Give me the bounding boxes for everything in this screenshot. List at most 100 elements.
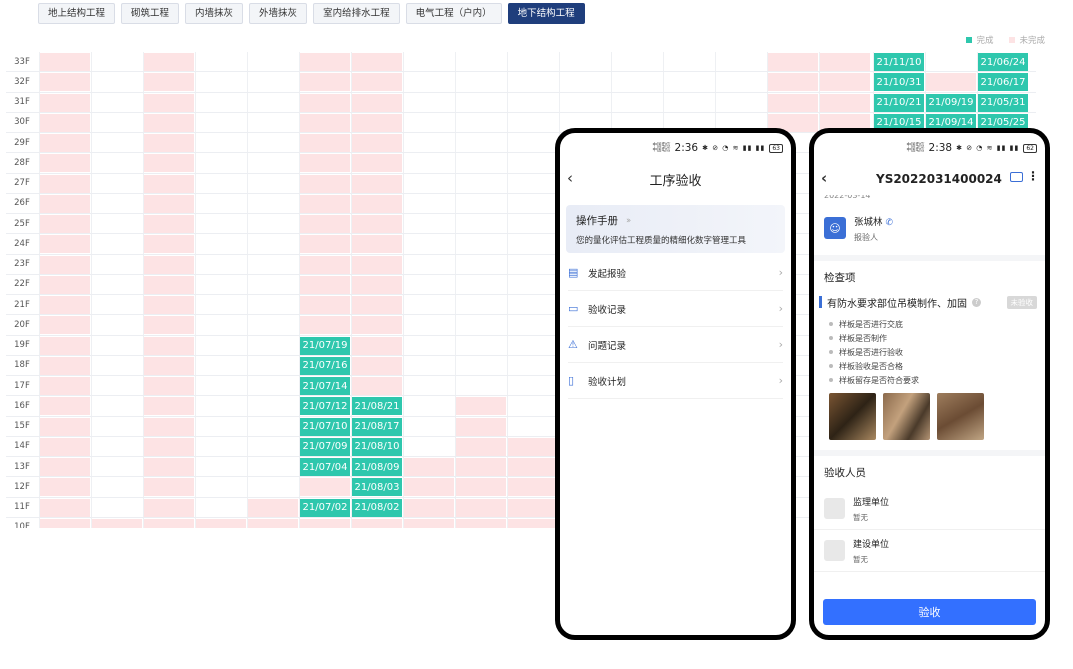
cell-incomplete[interactable] <box>144 73 194 92</box>
tab-0[interactable]: 地上结构工程 <box>38 3 116 24</box>
cell-incomplete[interactable] <box>404 458 454 476</box>
cell-incomplete[interactable] <box>144 194 194 213</box>
cell-incomplete[interactable] <box>40 134 90 152</box>
cell-incomplete[interactable] <box>40 336 90 355</box>
cell-incomplete[interactable] <box>40 397 90 416</box>
cell-incomplete[interactable] <box>300 113 350 132</box>
cell-incomplete[interactable] <box>768 73 818 92</box>
tab-1[interactable]: 砌筑工程 <box>121 3 180 24</box>
video-icon[interactable] <box>1010 172 1023 182</box>
cell-incomplete[interactable] <box>144 377 194 395</box>
cell-incomplete[interactable] <box>40 417 90 436</box>
cell-incomplete[interactable] <box>352 275 402 294</box>
cell-incomplete[interactable] <box>300 53 350 71</box>
cell-incomplete[interactable] <box>456 458 506 476</box>
tab-2[interactable]: 内墙抹灰 <box>185 3 244 24</box>
cell-incomplete[interactable] <box>144 134 194 152</box>
cell-incomplete[interactable] <box>456 417 506 436</box>
menu-item-2[interactable]: ⚠ 问题记录 › <box>568 327 783 363</box>
phone-icon[interactable]: ✆ <box>886 218 894 228</box>
cell-incomplete[interactable] <box>456 478 506 497</box>
cell-incomplete[interactable] <box>144 458 194 476</box>
cell-incomplete[interactable] <box>300 296 350 314</box>
cell-incomplete[interactable] <box>352 93 402 112</box>
cell-incomplete[interactable] <box>40 478 90 497</box>
cell-incomplete[interactable] <box>144 296 194 314</box>
cell-incomplete[interactable] <box>144 518 194 528</box>
cell-complete[interactable]: 21/08/09 <box>352 458 402 476</box>
cell-complete[interactable]: 21/07/02 <box>300 498 350 517</box>
cell-incomplete[interactable] <box>300 134 350 152</box>
cell-incomplete[interactable] <box>300 518 350 528</box>
cell-incomplete[interactable] <box>144 478 194 497</box>
cell-incomplete[interactable] <box>144 255 194 274</box>
cell-complete[interactable]: 21/08/17 <box>352 417 402 436</box>
cell-complete[interactable]: 21/07/16 <box>300 356 350 375</box>
cell-incomplete[interactable] <box>352 194 402 213</box>
cell-incomplete[interactable] <box>404 498 454 517</box>
cell-incomplete[interactable] <box>144 336 194 355</box>
tab-5[interactable]: 电气工程（户内） <box>405 3 502 24</box>
cell-incomplete[interactable] <box>144 174 194 193</box>
cell-incomplete[interactable] <box>248 498 298 517</box>
cell-incomplete[interactable] <box>404 478 454 497</box>
cell-incomplete[interactable] <box>40 316 90 335</box>
cell-incomplete[interactable] <box>144 113 194 132</box>
cell-incomplete[interactable] <box>40 518 90 528</box>
cell-incomplete[interactable] <box>144 397 194 416</box>
cell-incomplete[interactable] <box>144 154 194 173</box>
cell-incomplete[interactable] <box>926 73 976 92</box>
cell-incomplete[interactable] <box>40 275 90 294</box>
cell-incomplete[interactable] <box>352 113 402 132</box>
cell-incomplete[interactable] <box>768 53 818 71</box>
cell-incomplete[interactable] <box>352 316 402 335</box>
cell-incomplete[interactable] <box>820 93 870 112</box>
cell-complete[interactable]: 21/06/17 <box>978 73 1028 92</box>
cell-complete[interactable]: 21/09/19 <box>926 93 976 112</box>
cell-complete[interactable]: 21/11/10 <box>874 53 924 71</box>
cell-incomplete[interactable] <box>300 478 350 497</box>
cell-incomplete[interactable] <box>352 134 402 152</box>
cell-complete[interactable]: 21/08/10 <box>352 437 402 456</box>
menu-item-0[interactable]: ▤ 发起报验 › <box>568 255 783 291</box>
tab-3[interactable]: 外墙抹灰 <box>249 3 308 24</box>
cell-incomplete[interactable] <box>40 377 90 395</box>
cell-incomplete[interactable] <box>404 518 454 528</box>
cell-incomplete[interactable] <box>300 255 350 274</box>
cell-complete[interactable]: 21/07/14 <box>300 377 350 395</box>
more-icon[interactable]: ⋮ <box>1027 169 1039 183</box>
cell-incomplete[interactable] <box>300 316 350 335</box>
cell-incomplete[interactable] <box>40 194 90 213</box>
cell-complete[interactable]: 21/06/24 <box>978 53 1028 71</box>
cell-incomplete[interactable] <box>352 73 402 92</box>
cell-incomplete[interactable] <box>40 437 90 456</box>
cell-complete[interactable]: 21/10/31 <box>874 73 924 92</box>
cell-incomplete[interactable] <box>352 296 402 314</box>
cell-incomplete[interactable] <box>508 458 558 476</box>
cell-incomplete[interactable] <box>40 93 90 112</box>
cell-incomplete[interactable] <box>248 518 298 528</box>
menu-item-3[interactable]: ▯ 验收计划 › <box>568 363 783 399</box>
cell-incomplete[interactable] <box>144 316 194 335</box>
cell-incomplete[interactable] <box>300 73 350 92</box>
cell-incomplete[interactable] <box>92 518 142 528</box>
cell-incomplete[interactable] <box>300 215 350 233</box>
cell-incomplete[interactable] <box>352 53 402 71</box>
cell-incomplete[interactable] <box>352 356 402 375</box>
back-arrow-icon[interactable]: ‹ <box>821 169 827 187</box>
cell-complete[interactable]: 21/07/19 <box>300 336 350 355</box>
cell-complete[interactable]: 21/07/10 <box>300 417 350 436</box>
cell-incomplete[interactable] <box>144 417 194 436</box>
cell-incomplete[interactable] <box>300 93 350 112</box>
cell-incomplete[interactable] <box>144 498 194 517</box>
cell-incomplete[interactable] <box>144 235 194 254</box>
cell-incomplete[interactable] <box>40 296 90 314</box>
cell-incomplete[interactable] <box>352 377 402 395</box>
cell-incomplete[interactable] <box>820 73 870 92</box>
cell-complete[interactable]: 21/10/21 <box>874 93 924 112</box>
cell-incomplete[interactable] <box>40 458 90 476</box>
cell-incomplete[interactable] <box>40 53 90 71</box>
cell-incomplete[interactable] <box>144 93 194 112</box>
cell-incomplete[interactable] <box>40 154 90 173</box>
cell-complete[interactable]: 21/07/04 <box>300 458 350 476</box>
